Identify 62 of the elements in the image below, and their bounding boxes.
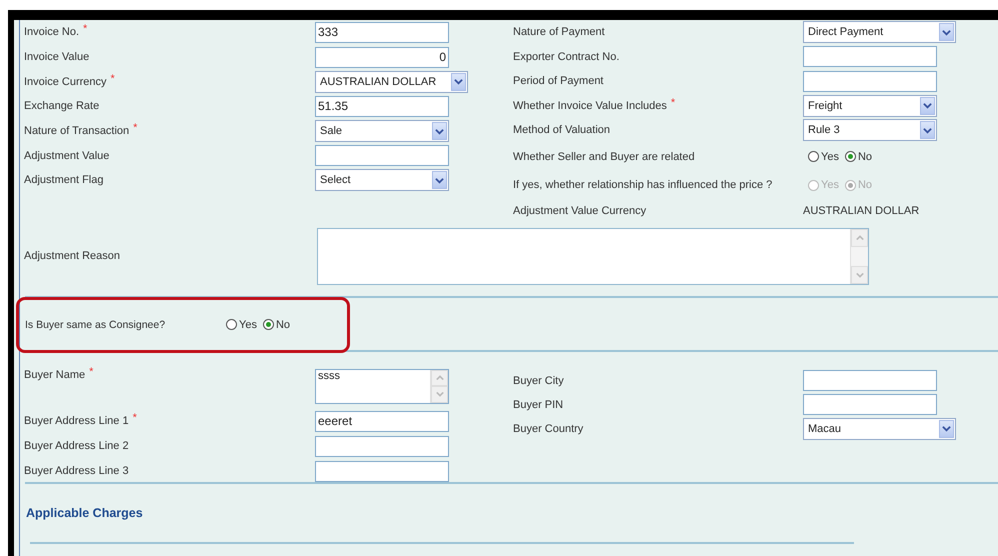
scroll-down-icon — [856, 270, 864, 278]
field-label: Nature of Payment — [513, 26, 605, 38]
scroll-up-icon — [856, 234, 864, 242]
dropdown[interactable]: AUSTRALIAN DOLLAR — [315, 70, 468, 93]
radio-option: Yes — [808, 179, 839, 192]
field-label: Exporter Contract No. — [513, 50, 620, 63]
scroll-down-icon — [436, 390, 444, 398]
field-label: Adjustment Value Currency — [513, 204, 646, 216]
input-field[interactable] — [315, 436, 449, 456]
radio-option[interactable]: Yes — [226, 318, 257, 330]
input-field[interactable] — [315, 460, 449, 482]
required-marker: * — [89, 366, 94, 378]
input-field[interactable] — [803, 70, 937, 92]
input-field[interactable] — [803, 370, 937, 391]
field-label: Is Buyer same as Consignee? — [25, 318, 166, 330]
field-label: Invoice Value — [24, 51, 90, 64]
field-label: Whether Invoice Value Includes — [513, 100, 667, 112]
radio-option[interactable]: No — [262, 318, 290, 330]
input-field[interactable]: 51.35 — [315, 96, 449, 117]
field-label: Buyer Name — [24, 368, 86, 380]
field-label: Nature of Transaction — [24, 125, 130, 138]
field-label: Buyer City — [513, 374, 564, 386]
dropdown[interactable]: Freight — [803, 94, 937, 117]
field-label: Whether Seller and Buyer are related — [513, 150, 695, 163]
field-label: Buyer Address Line 1 — [24, 415, 129, 427]
text-area[interactable] — [317, 228, 869, 284]
field-label: Method of Valuation — [513, 124, 610, 136]
input-field[interactable] — [803, 394, 937, 415]
field-label: Adjustment Flag — [24, 174, 104, 186]
field-label: Buyer Address Line 2 — [24, 440, 129, 452]
required-marker: * — [670, 96, 676, 109]
field-label: Buyer Country — [513, 422, 584, 434]
field-value: AUSTRALIAN DOLLAR — [803, 204, 920, 216]
input-field[interactable]: 333 — [315, 22, 449, 43]
dropdown[interactable]: Direct Payment — [803, 21, 956, 44]
field-label: Period of Payment — [513, 75, 604, 88]
required-marker: * — [110, 72, 115, 85]
required-marker: * — [133, 122, 138, 134]
input-field[interactable] — [315, 145, 449, 166]
dropdown[interactable]: Macau — [803, 418, 956, 440]
field-label: Invoice Currency — [24, 76, 107, 88]
input-field[interactable]: eeeret — [315, 410, 449, 432]
text-area[interactable]: ssss — [315, 368, 449, 404]
field-label: If yes, whether relationship has influenced the price ? — [513, 179, 772, 192]
field-label: Adjustment Reason — [24, 250, 120, 262]
radio-option[interactable]: No — [844, 150, 872, 163]
input-field[interactable] — [803, 46, 937, 68]
required-marker: * — [132, 412, 137, 424]
input-field[interactable]: 0 — [315, 46, 449, 68]
field-label: Adjustment Value — [24, 150, 110, 162]
field-label: Exchange Rate — [24, 100, 100, 112]
radio-option: No — [844, 179, 872, 192]
dropdown[interactable]: Select — [315, 169, 449, 192]
scroll-up-icon — [436, 374, 444, 382]
dropdown[interactable]: Sale — [315, 120, 449, 142]
radio-option[interactable]: Yes — [808, 150, 839, 163]
field-label: Buyer PIN — [513, 398, 564, 410]
field-label: Invoice No. — [24, 26, 80, 38]
field-label: Buyer Address Line 3 — [24, 465, 129, 477]
section-heading: Applicable Charges — [26, 506, 143, 520]
required-marker: * — [83, 23, 88, 36]
dropdown[interactable]: Rule 3 — [803, 119, 937, 142]
